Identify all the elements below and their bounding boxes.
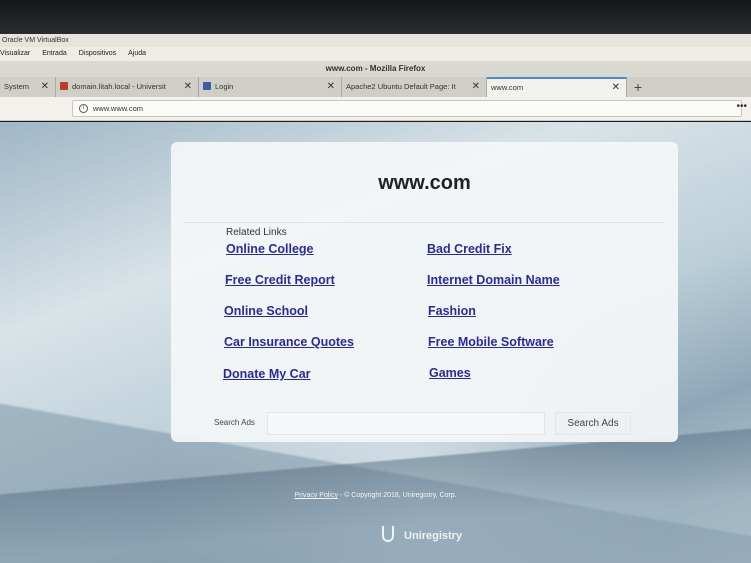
footer: Privacy Policy - © Copyright 2018, Unire… <box>0 492 751 499</box>
new-tab-button[interactable]: + <box>627 77 649 97</box>
tab-bar: System ✕ domain.litah.local - Universit … <box>0 77 751 97</box>
uniregistry-logo: Uniregistry <box>382 525 462 547</box>
url-bar[interactable]: i www.www.com <box>72 100 742 117</box>
close-icon[interactable]: ✕ <box>41 77 49 97</box>
link-free-credit-report[interactable]: Free Credit Report <box>225 273 335 287</box>
copyright-text: - © Copyright 2018, Uniregistry, Corp. <box>339 492 457 499</box>
favicon-icon <box>203 82 211 90</box>
privacy-policy-link[interactable]: Privacy Policy <box>294 492 338 499</box>
tab-www-com[interactable]: www.com ✕ <box>487 77 627 97</box>
tab-apache2[interactable]: Apache2 Ubuntu Default Page: It ✕ <box>342 77 487 97</box>
related-links-label: Related Links <box>226 227 287 238</box>
divider <box>183 222 665 223</box>
menu-item-entrada[interactable]: Entrada <box>42 47 67 61</box>
info-icon[interactable]: i <box>79 104 88 113</box>
virtualbox-menu: Visualizar Entrada Dispositivos Ajuda <box>0 47 751 61</box>
link-online-college[interactable]: Online College <box>226 242 314 256</box>
menu-item-visualizar[interactable]: Visualizar <box>0 47 30 61</box>
link-free-mobile-software[interactable]: Free Mobile Software <box>428 335 554 349</box>
page-actions-menu-icon[interactable]: ••• <box>736 101 747 112</box>
brand-name: Uniregistry <box>404 530 463 542</box>
tab-label: Apache2 Ubuntu Default Page: It <box>346 82 456 91</box>
link-car-insurance-quotes[interactable]: Car Insurance Quotes <box>224 335 354 349</box>
url-text: www.www.com <box>93 104 144 113</box>
close-icon[interactable]: ✕ <box>184 77 192 97</box>
virtualbox-title: Oracle VM VirtualBox <box>0 34 751 47</box>
menu-item-ajuda[interactable]: Ajuda <box>128 47 146 61</box>
tab-domain-litah[interactable]: domain.litah.local - Universit ✕ <box>56 77 199 97</box>
link-fashion[interactable]: Fashion <box>428 304 476 318</box>
tab-label: Login <box>215 82 234 91</box>
uniregistry-icon <box>382 526 394 542</box>
tab-label: domain.litah.local - Universit <box>72 82 166 91</box>
link-donate-my-car[interactable]: Donate My Car <box>223 367 311 381</box>
firefox-window-title: www.com - Mozilla Firefox <box>0 61 751 77</box>
menu-item-dispositivos[interactable]: Dispositivos <box>79 47 116 61</box>
link-online-school[interactable]: Online School <box>224 304 308 318</box>
search-ads-button[interactable]: Search Ads <box>555 412 631 435</box>
close-icon[interactable]: ✕ <box>612 79 620 97</box>
search-ads-input[interactable] <box>267 412 545 435</box>
monitor-bezel <box>0 0 751 34</box>
tab-system[interactable]: System ✕ <box>0 77 56 97</box>
link-bad-credit-fix[interactable]: Bad Credit Fix <box>427 242 512 256</box>
tab-label: System <box>4 82 30 91</box>
tab-login[interactable]: Login ✕ <box>199 77 342 97</box>
close-icon[interactable]: ✕ <box>327 77 335 97</box>
favicon-icon <box>60 82 68 90</box>
content-panel: www.com Related Links Online College Bad… <box>171 142 678 442</box>
navigation-bar: i www.www.com ••• <box>0 97 751 121</box>
web-page: www.com Related Links Online College Bad… <box>0 122 751 563</box>
search-ads-label: Search Ads <box>214 418 255 427</box>
tab-label: www.com <box>491 83 524 92</box>
link-internet-domain-name[interactable]: Internet Domain Name <box>427 273 560 287</box>
site-title: www.com <box>378 172 471 194</box>
close-icon[interactable]: ✕ <box>472 77 480 97</box>
link-games[interactable]: Games <box>429 366 471 380</box>
